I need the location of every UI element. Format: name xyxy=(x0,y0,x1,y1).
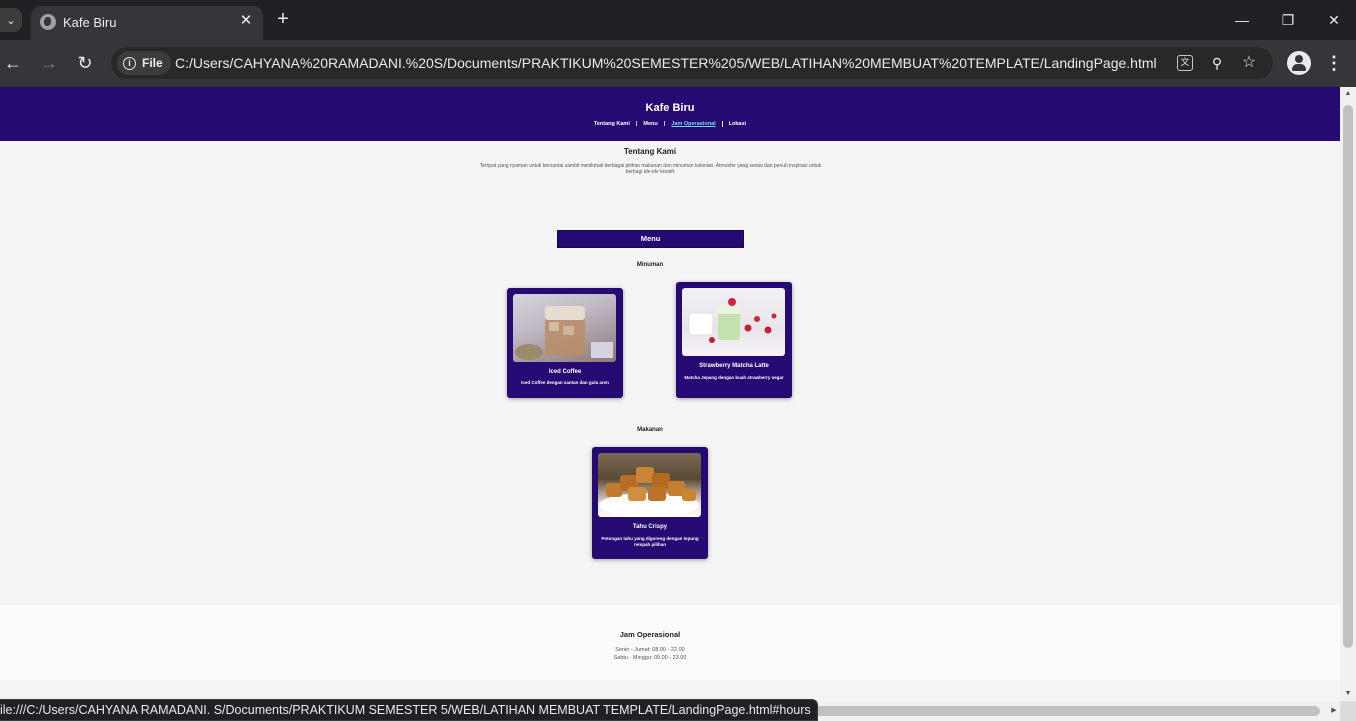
back-arrow-icon[interactable]: ← xyxy=(1,51,25,75)
strawberry-matcha-latte-image xyxy=(682,288,785,356)
tahu-crispy-image xyxy=(598,453,701,517)
site-title: Kafe Biru xyxy=(645,102,695,114)
more-menu-icon[interactable]: ⋮ xyxy=(1324,51,1344,75)
translate-icon[interactable]: 文 xyxy=(1177,55,1193,71)
site-header: Kafe Biru Tentang Kami | Menu | Jam Oper… xyxy=(0,87,1340,141)
about-title: Tentang Kami xyxy=(623,147,677,156)
new-tab-plus-icon[interactable]: + xyxy=(272,8,294,30)
scroll-up-arrow-icon[interactable]: ▲ xyxy=(1340,87,1356,101)
iced-coffee-illustration xyxy=(515,306,613,360)
menu-title: Menu xyxy=(557,230,744,248)
scrollbar-corner xyxy=(1340,701,1356,721)
iced-coffee-image xyxy=(513,294,616,362)
url-text[interactable]: C:/Users/CAHYANA%20RAMADANI.%20S/Documen… xyxy=(175,55,1157,71)
hours-weekend: Sabtu - Minggu: 09.00 - 23.00 xyxy=(613,655,687,661)
status-link-preview: ile:///C:/Users/CAHYANA RAMADANI. S/Docu… xyxy=(0,699,818,721)
hours-section: Jam Operasional Senin - Jumat: 08.00 - 2… xyxy=(0,605,1340,680)
hours-weekdays: Senin - Jumat: 08.00 - 22.00 xyxy=(615,647,685,653)
tab-title: Kafe Biru xyxy=(63,15,117,30)
hours-title: Jam Operasional xyxy=(619,630,681,639)
matcha-illustration xyxy=(688,298,777,343)
minimize-icon[interactable]: — xyxy=(1230,8,1254,32)
site-info-chip[interactable]: i File xyxy=(117,51,171,75)
menu-item-description: Iced Coffee dengan santan dan gula aren xyxy=(521,380,609,385)
tofu-illustration xyxy=(599,467,699,517)
menu-card-tahu-crispy[interactable]: Tahu Crispy Potongan tahu yang digoreng … xyxy=(592,447,708,559)
food-label: Makanan xyxy=(637,427,663,433)
forward-arrow-icon[interactable]: → xyxy=(37,51,61,75)
vertical-scrollbar[interactable]: ▲ ▼ xyxy=(1340,87,1356,701)
menu-item-description: Potongan tahu yang digoreng dengan tepun… xyxy=(601,536,699,547)
vertical-scroll-thumb[interactable] xyxy=(1343,105,1353,648)
restore-icon[interactable]: ❐ xyxy=(1276,8,1300,32)
reload-icon[interactable]: ↻ xyxy=(73,51,97,75)
address-bar[interactable]: i File C:/Users/CAHYANA%20RAMADANI.%20S/… xyxy=(111,47,1273,79)
page-viewport: Kafe Biru Tentang Kami | Menu | Jam Oper… xyxy=(0,87,1340,701)
globe-icon xyxy=(40,14,56,30)
file-label: File xyxy=(142,56,163,70)
browser-toolbar: ← → ↻ i File C:/Users/CAHYANA%20RAMADANI… xyxy=(0,40,1356,87)
about-text: Tempat yang nyaman untuk bersantai sambi… xyxy=(479,163,822,175)
nav-link-menu[interactable]: Menu xyxy=(637,121,663,127)
info-icon: i xyxy=(123,56,136,70)
bookmark-star-icon[interactable]: ☆ xyxy=(1239,53,1259,73)
browser-tab-bar: ⌄ Kafe Biru ✕ + — ❐ ✕ xyxy=(0,0,1356,40)
menu-item-name: Iced Coffee xyxy=(548,369,582,375)
close-icon[interactable]: ✕ xyxy=(237,12,255,30)
menu-card-strawberry-matcha-latte[interactable]: Strawberry Matcha Latte Matcha Jepang de… xyxy=(676,282,792,398)
window-close-icon[interactable]: ✕ xyxy=(1322,8,1346,32)
zoom-icon[interactable]: ⚲ xyxy=(1207,53,1227,73)
menu-item-description: Matcha Jepang dengan buah strawberry seg… xyxy=(684,375,784,380)
nav-link-tentang-kami[interactable]: Tentang Kami xyxy=(588,121,636,127)
drinks-label: Minuman xyxy=(636,262,664,268)
profile-avatar-icon[interactable] xyxy=(1287,51,1311,75)
menu-item-name: Tahu Crispy xyxy=(632,524,668,530)
nav-link-jam-operasional[interactable]: Jam Operasional xyxy=(665,121,723,127)
scroll-down-arrow-icon[interactable]: ▼ xyxy=(1340,687,1356,701)
browser-tab[interactable]: Kafe Biru ✕ xyxy=(31,6,263,40)
menu-item-name: Strawberry Matcha Latte xyxy=(699,363,769,369)
site-nav: Tentang Kami | Menu | Jam Operasional Lo… xyxy=(0,121,1340,127)
menu-card-iced-coffee[interactable]: Iced Coffee Iced Coffee dengan santan da… xyxy=(507,288,623,398)
tab-search-chevron-icon[interactable]: ⌄ xyxy=(0,8,22,32)
nav-link-lokasi[interactable]: Lokasi xyxy=(723,121,752,127)
